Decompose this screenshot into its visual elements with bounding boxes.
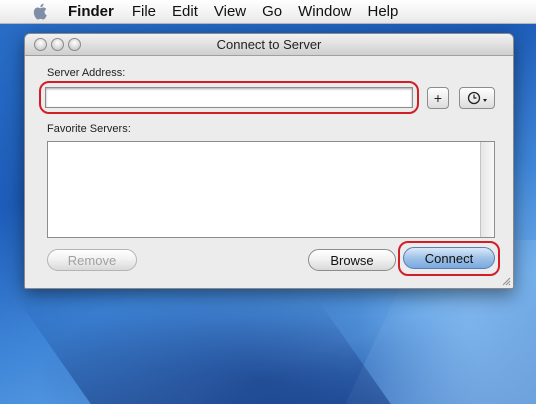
menu-view[interactable]: View <box>214 3 246 20</box>
clock-history-icon <box>467 91 487 105</box>
zoom-window-icon[interactable] <box>68 38 81 51</box>
browse-button[interactable]: Browse <box>308 249 396 271</box>
add-favorite-button[interactable]: + <box>427 87 449 109</box>
connect-button[interactable]: Connect <box>403 247 495 269</box>
window-title: Connect to Server <box>216 37 322 52</box>
browse-button-label: Browse <box>330 252 374 268</box>
server-address-label: Server Address: <box>47 67 126 79</box>
apple-logo-icon[interactable] <box>32 2 50 22</box>
favorite-servers-list[interactable] <box>47 141 495 238</box>
connect-button-label: Connect <box>424 250 474 266</box>
server-address-input[interactable] <box>45 87 413 108</box>
menu-edit[interactable]: Edit <box>172 3 198 20</box>
menu-window[interactable]: Window <box>298 3 351 20</box>
add-favorite-label: + <box>433 90 443 106</box>
favorites-scrollbar[interactable] <box>480 142 494 237</box>
desktop-dark-shape <box>17 300 403 404</box>
favorite-servers-label: Favorite Servers: <box>47 123 131 135</box>
resize-grip-icon[interactable] <box>501 276 511 286</box>
close-window-icon[interactable] <box>34 38 47 51</box>
minimize-window-icon[interactable] <box>51 38 64 51</box>
recent-servers-button[interactable] <box>459 87 495 109</box>
window-controls <box>34 38 81 51</box>
window-titlebar[interactable]: Connect to Server <box>25 34 513 56</box>
remove-button-label: Remove <box>67 252 117 268</box>
menu-finder[interactable]: Finder <box>68 3 114 20</box>
connect-to-server-window: Connect to Server Server Address: + Favo… <box>24 33 514 289</box>
menu-file[interactable]: File <box>132 3 156 20</box>
remove-button[interactable]: Remove <box>47 249 137 271</box>
menu-help[interactable]: Help <box>368 3 399 20</box>
menu-bar: Finder File Edit View Go Window Help <box>0 0 536 24</box>
menu-go[interactable]: Go <box>262 3 282 20</box>
